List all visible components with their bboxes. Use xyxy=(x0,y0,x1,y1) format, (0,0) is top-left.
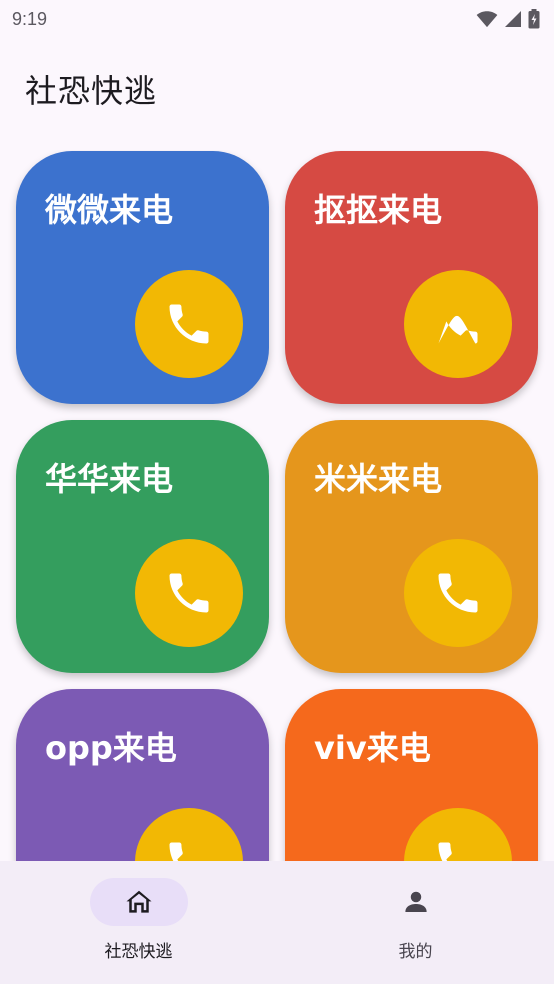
phone-icon xyxy=(169,842,183,861)
nav-label: 社恐快逃 xyxy=(104,942,173,962)
card-label: opp来电 xyxy=(45,729,177,767)
battery-charging-icon xyxy=(528,9,540,29)
bottom-nav: 社恐快逃 我的 xyxy=(0,861,554,984)
status-bar: 9:19 xyxy=(0,0,554,38)
phone-icon xyxy=(169,573,209,613)
call-button[interactable] xyxy=(404,808,512,861)
call-button[interactable] xyxy=(404,539,512,647)
card-mimi-call[interactable]: 米米来电 xyxy=(285,420,538,673)
wifi-icon xyxy=(476,11,498,28)
call-button[interactable] xyxy=(135,539,243,647)
call-button[interactable] xyxy=(135,270,243,378)
card-viv-call[interactable]: viv来电 xyxy=(285,689,538,861)
nav-item-profile[interactable]: 我的 xyxy=(277,861,554,984)
phone-icon xyxy=(438,842,452,861)
call-card-grid: 微微来电 抠抠来电 华华来电 米米来电 opp来电 viv来电 xyxy=(0,150,554,861)
card-koukou-call[interactable]: 抠抠来电 xyxy=(285,151,538,404)
card-label: 米米来电 xyxy=(314,460,443,498)
home-icon xyxy=(126,890,151,913)
signal-icon xyxy=(505,11,521,27)
call-button[interactable] xyxy=(404,270,512,378)
person-icon xyxy=(404,891,427,912)
card-opp-call[interactable]: opp来电 xyxy=(16,689,269,861)
page-title: 社恐快逃 xyxy=(25,72,158,110)
nav-pill xyxy=(89,878,188,926)
card-weiwei-call[interactable]: 微微来电 xyxy=(16,151,269,404)
card-label: viv来电 xyxy=(314,729,431,767)
status-time: 9:19 xyxy=(12,8,48,29)
card-label: 抠抠来电 xyxy=(314,191,443,229)
nav-pill xyxy=(367,878,465,926)
call-button[interactable] xyxy=(135,808,243,861)
card-label: 微微来电 xyxy=(45,191,174,229)
card-label: 华华来电 xyxy=(45,460,174,498)
phone-icon xyxy=(438,315,478,344)
nav-label: 我的 xyxy=(398,942,433,962)
phone-icon xyxy=(169,304,209,344)
card-huahua-call[interactable]: 华华来电 xyxy=(16,420,269,673)
phone-icon xyxy=(438,573,478,613)
nav-item-home[interactable]: 社恐快逃 xyxy=(0,861,277,984)
status-icons xyxy=(476,9,540,29)
